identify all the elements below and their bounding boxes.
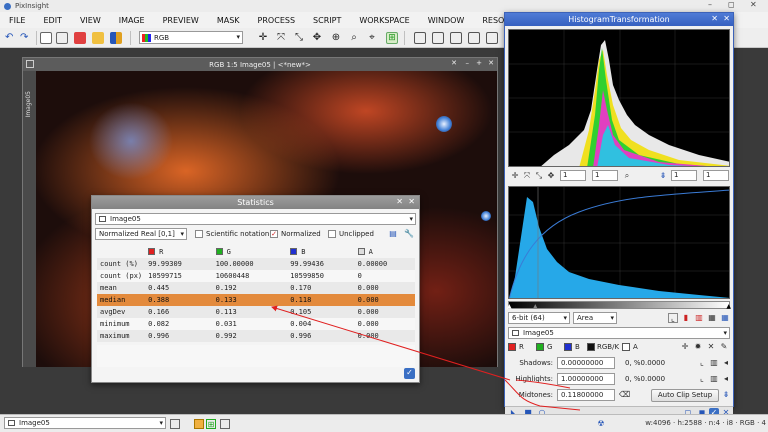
annotation-overlay xyxy=(271,305,581,411)
object-explorer-icon[interactable] xyxy=(194,419,204,429)
active-view-select[interactable]: Image05 ▾ xyxy=(4,417,166,429)
view-explorer-icon[interactable] xyxy=(170,419,180,429)
bottom-taskbar: Image05 ▾ ⊞ ☢ w:4096 · h:2588 · n:4 · i8… xyxy=(0,414,768,432)
chevron-down-icon: ▾ xyxy=(159,419,163,427)
annotation-underline xyxy=(504,379,581,411)
stf-icon[interactable]: ☢ xyxy=(596,419,606,429)
annotation-arrow xyxy=(271,305,511,381)
image-info-status: w:4096 · h:2588 · n:4 · i8 · RGB · 4 xyxy=(645,419,766,427)
active-view-value: Image05 xyxy=(19,419,50,427)
readout-mode-icon[interactable]: ⊞ xyxy=(206,419,216,429)
layout-icon[interactable] xyxy=(220,419,230,429)
image-icon xyxy=(8,420,15,426)
annotation-curve xyxy=(515,379,571,389)
